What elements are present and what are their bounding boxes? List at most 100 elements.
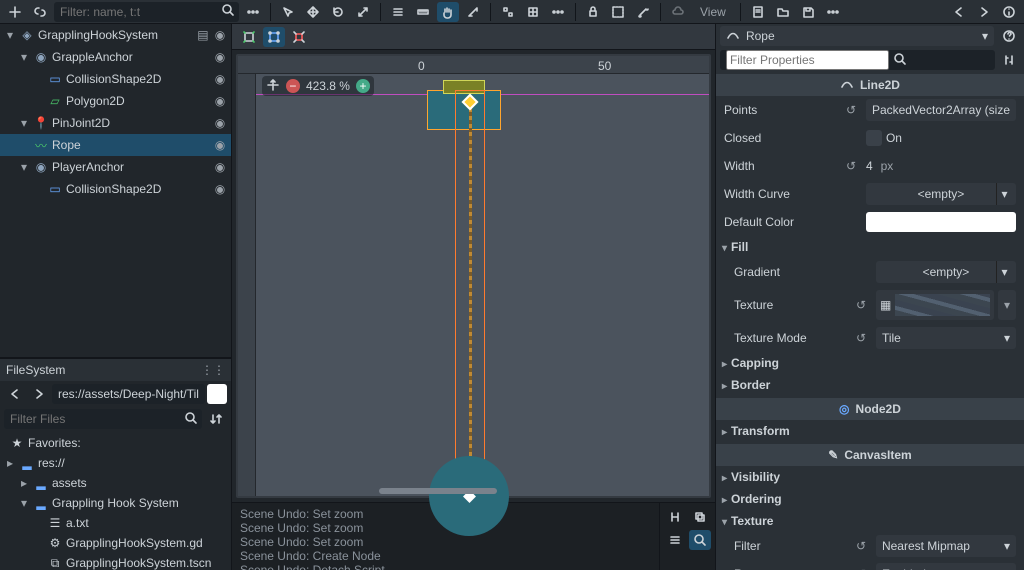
- visibility-icon[interactable]: ◉: [213, 116, 227, 130]
- output-btn-1[interactable]: [664, 507, 686, 527]
- toolbar-more-icon[interactable]: [822, 2, 844, 22]
- open-toolbar-button[interactable]: [772, 2, 794, 22]
- docs-button[interactable]: [998, 2, 1020, 22]
- measure-tool-button[interactable]: [462, 2, 484, 22]
- anchor-tool-2[interactable]: [263, 27, 285, 47]
- prop-width[interactable]: Width ↺ 4px: [716, 152, 1024, 180]
- script-toolbar-button[interactable]: [747, 2, 769, 22]
- visibility-icon[interactable]: ◉: [213, 50, 227, 64]
- output-search-button[interactable]: [689, 530, 711, 550]
- revert-icon[interactable]: ↺: [856, 539, 870, 553]
- scene-filter-input[interactable]: [54, 2, 239, 22]
- prop-texture-mode[interactable]: Texture Mode ↺ Tile▾: [716, 324, 1024, 352]
- snap-pixel-button[interactable]: [497, 2, 519, 22]
- fs-item[interactable]: ⚙GrapplingHookSystem.gd: [0, 533, 231, 553]
- bone-button[interactable]: [632, 2, 654, 22]
- section-visibility[interactable]: Visibility: [716, 466, 1024, 488]
- points-value[interactable]: PackedVector2Array (size: [866, 99, 1016, 121]
- path-input[interactable]: res://assets/Deep-Night/Til: [52, 384, 205, 404]
- inspector-filter-input[interactable]: [720, 50, 995, 70]
- chevron-down-icon[interactable]: ▾: [996, 261, 1012, 283]
- filesystem-sort-button[interactable]: [205, 409, 227, 429]
- visibility-icon[interactable]: ◉: [213, 94, 227, 108]
- viewport-2d[interactable]: 0 50 − 423.8 % +: [236, 54, 711, 498]
- visibility-icon[interactable]: ◉: [213, 182, 227, 196]
- visibility-icon[interactable]: ◉: [213, 138, 227, 152]
- scene-node-grapplinghooksystem[interactable]: ▾◈GrapplingHookSystem▤◉: [0, 24, 231, 46]
- inspector-help-button[interactable]: [998, 26, 1020, 46]
- scene-tree[interactable]: ▾◈GrapplingHookSystem▤◉▾◉GrappleAnchor◉ ▭…: [0, 24, 231, 359]
- visibility-icon[interactable]: ◉: [213, 160, 227, 174]
- revert-icon[interactable]: ↺: [846, 159, 860, 173]
- prop-texture[interactable]: Texture ↺ ▦▾: [716, 286, 1024, 324]
- zoom-out-icon[interactable]: −: [286, 79, 300, 93]
- prop-points[interactable]: Points ↺ PackedVector2Array (size: [716, 96, 1024, 124]
- fs-item[interactable]: ☰a.txt: [0, 513, 231, 533]
- section-fill[interactable]: Fill: [716, 236, 1024, 258]
- filter-dropdown[interactable]: Nearest Mipmap▾: [876, 535, 1016, 557]
- anchor-tool-1[interactable]: [238, 27, 260, 47]
- history-fwd-button[interactable]: [973, 2, 995, 22]
- zoom-indicator[interactable]: − 423.8 % +: [262, 76, 374, 96]
- width-curve-dropdown[interactable]: <empty>▾: [866, 183, 1016, 205]
- visibility-icon[interactable]: ◉: [213, 28, 227, 42]
- scene-more-icon[interactable]: [242, 2, 264, 22]
- prop-gradient[interactable]: Gradient <empty>▾: [716, 258, 1024, 286]
- section-capping[interactable]: Capping: [716, 352, 1024, 374]
- filesystem-header[interactable]: FileSystem ⋮⋮: [0, 359, 231, 381]
- select-tool-button[interactable]: [277, 2, 299, 22]
- default-color-swatch[interactable]: [866, 212, 1016, 232]
- fs-item[interactable]: ▸▂res://: [0, 453, 231, 473]
- zoom-in-icon[interactable]: +: [356, 79, 370, 93]
- link-node-button[interactable]: [29, 2, 51, 22]
- ruler-tool-button[interactable]: [412, 2, 434, 22]
- scale-tool-button[interactable]: [352, 2, 374, 22]
- path-back-button[interactable]: [4, 384, 26, 404]
- chevron-down-icon[interactable]: ▾: [996, 183, 1012, 205]
- center-icon[interactable]: [266, 78, 280, 95]
- revert-icon[interactable]: ↺: [856, 298, 870, 312]
- path-fwd-button[interactable]: [28, 384, 50, 404]
- list-tool-button[interactable]: [387, 2, 409, 22]
- favorites-header[interactable]: ★ Favorites:: [0, 433, 231, 453]
- pan-tool-button[interactable]: [437, 2, 459, 22]
- revert-icon[interactable]: ↺: [846, 103, 860, 117]
- output-btn-2[interactable]: [689, 507, 711, 527]
- inspector-node-dropdown[interactable]: Rope ▾: [720, 26, 994, 46]
- texture-menu-button[interactable]: ▾: [998, 290, 1016, 320]
- filesystem-filter-input[interactable]: [4, 409, 202, 429]
- inspector-tools-button[interactable]: [998, 50, 1020, 70]
- fs-item[interactable]: ▸▂assets: [0, 473, 231, 493]
- scene-node-pinjoint2d[interactable]: ▾📍PinJoint2D◉: [0, 112, 231, 134]
- section-transform[interactable]: Transform: [716, 420, 1024, 442]
- section-ordering[interactable]: Ordering: [716, 488, 1024, 510]
- prop-closed[interactable]: Closed On: [716, 124, 1024, 152]
- scene-node-collisionshape2d[interactable]: ▭CollisionShape2D◉: [0, 178, 231, 200]
- prop-default-color[interactable]: Default Color: [716, 208, 1024, 236]
- visibility-icon[interactable]: ◉: [213, 72, 227, 86]
- prop-width-curve[interactable]: Width Curve <empty>▾: [716, 180, 1024, 208]
- anchor-tool-3[interactable]: [288, 27, 310, 47]
- view-menu[interactable]: View: [692, 2, 734, 22]
- repeat-dropdown[interactable]: Enabled▾: [876, 563, 1016, 570]
- viewport-scrollbar[interactable]: [379, 488, 497, 494]
- path-color-swatch[interactable]: [207, 384, 227, 404]
- texture-resource[interactable]: ▦: [876, 290, 994, 320]
- fs-item[interactable]: ⧉GrapplingHookSystem.tscn: [0, 553, 231, 570]
- revert-icon[interactable]: ↺: [856, 331, 870, 345]
- canvas-player-anchor[interactable]: [429, 456, 509, 536]
- save-toolbar-button[interactable]: [797, 2, 819, 22]
- script-icon[interactable]: ▤: [196, 28, 210, 42]
- output-btn-3[interactable]: [664, 530, 686, 550]
- scene-node-grappleanchor[interactable]: ▾◉GrappleAnchor◉: [0, 46, 231, 68]
- filesystem-tree[interactable]: ★ Favorites: ▸▂res://▸▂assets▾▂Grappling…: [0, 431, 231, 570]
- fs-item[interactable]: ▾▂Grappling Hook System: [0, 493, 231, 513]
- texture-mode-dropdown[interactable]: Tile▾: [876, 327, 1016, 349]
- prop-repeat[interactable]: Repeat ↺ Enabled▾: [716, 560, 1024, 570]
- add-node-button[interactable]: [4, 2, 26, 22]
- lock-button[interactable]: [582, 2, 604, 22]
- move-tool-button[interactable]: [302, 2, 324, 22]
- closed-checkbox[interactable]: [866, 130, 882, 146]
- gradient-dropdown[interactable]: <empty>▾: [876, 261, 1016, 283]
- section-border[interactable]: Border: [716, 374, 1024, 396]
